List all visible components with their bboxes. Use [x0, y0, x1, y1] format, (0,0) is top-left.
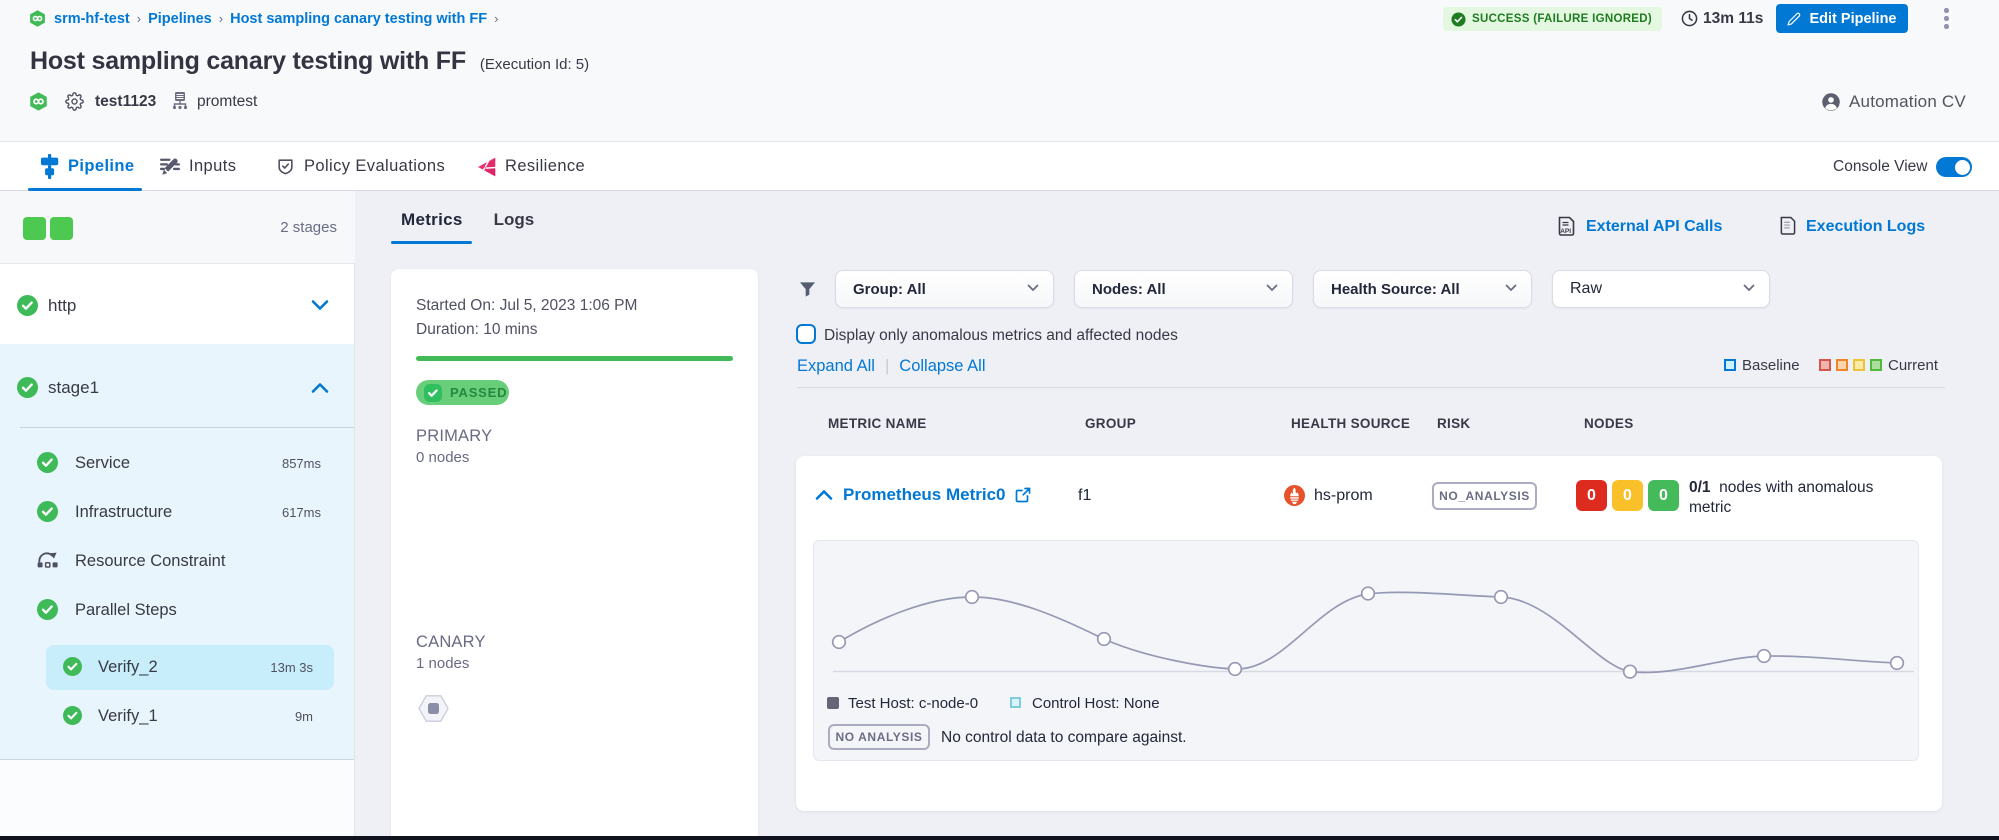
svg-text:API: API — [1560, 228, 1571, 235]
